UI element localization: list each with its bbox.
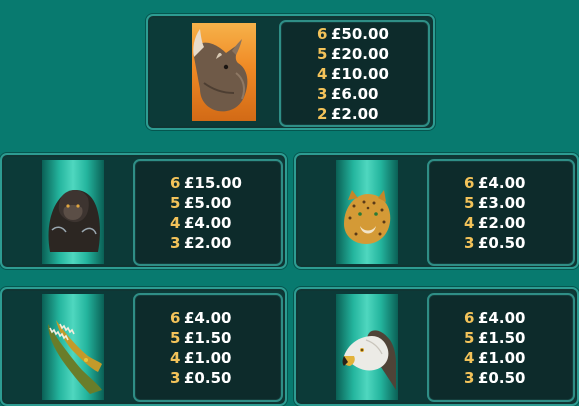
paytable-panel-leopard: 6 £4.00 5 £3.00 4 £2.00 3 £0.50 [294, 153, 579, 269]
paytable-panel-gorilla: 6 £15.00 5 £5.00 4 £4.00 3 £2.00 [0, 153, 287, 269]
symbol-count: 3 [170, 368, 181, 387]
payout-row: 6 £4.00 [464, 173, 573, 193]
payout-amount: £50.00 [331, 24, 389, 43]
gorilla-icon [42, 160, 104, 264]
symbol-count: 3 [317, 84, 328, 103]
payout-row: 4 £4.00 [170, 213, 281, 233]
crocodile-icon [42, 294, 104, 400]
paytable-panel-rhino: 6 £50.00 5 £20.00 4 £10.00 3 £6.00 2 £2.00 [146, 14, 435, 130]
payout-amount: £4.00 [184, 213, 232, 232]
payout-row: 4 £1.00 [464, 348, 573, 368]
payout-amount: £5.00 [184, 193, 232, 212]
payout-amount: £0.50 [184, 368, 232, 387]
payout-row: 4 £1.00 [170, 348, 281, 368]
payout-amount: £0.50 [478, 233, 526, 252]
payout-amount: £2.00 [184, 233, 232, 252]
payout-amount: £20.00 [331, 44, 389, 63]
payout-row: 5 £20.00 [317, 44, 428, 64]
payout-amount: £1.50 [478, 328, 526, 347]
paytable-payouts-eagle: 6 £4.00 5 £1.50 4 £1.00 3 £0.50 [427, 293, 575, 402]
eagle-icon [336, 294, 398, 400]
symbol-count: 4 [170, 213, 181, 232]
payout-amount: £2.00 [478, 213, 526, 232]
symbol-count: 3 [170, 233, 181, 252]
payout-row: 6 £50.00 [317, 24, 428, 44]
payout-row: 3 £0.50 [464, 233, 573, 253]
payout-row: 6 £4.00 [170, 308, 281, 328]
symbol-count: 5 [170, 328, 181, 347]
symbol-count: 2 [317, 104, 328, 123]
payout-row: 3 £0.50 [464, 368, 573, 388]
symbol-count: 4 [170, 348, 181, 367]
payout-row: 6 £15.00 [170, 173, 281, 193]
payout-row: 4 £2.00 [464, 213, 573, 233]
paytable-panel-eagle: 6 £4.00 5 £1.50 4 £1.00 3 £0.50 [294, 287, 579, 406]
payout-amount: £0.50 [478, 368, 526, 387]
symbol-count: 4 [464, 348, 475, 367]
symbol-count: 5 [464, 193, 475, 212]
symbol-count: 5 [317, 44, 328, 63]
paytable-payouts-crocodile: 6 £4.00 5 £1.50 4 £1.00 3 £0.50 [133, 293, 283, 402]
payout-amount: £6.00 [331, 84, 379, 103]
symbol-count: 6 [170, 173, 181, 192]
paytable-payouts-gorilla: 6 £15.00 5 £5.00 4 £4.00 3 £2.00 [133, 159, 283, 266]
payout-row: 5 £5.00 [170, 193, 281, 213]
symbol-count: 3 [464, 233, 475, 252]
payout-amount: £4.00 [184, 308, 232, 327]
symbol-count: 5 [464, 328, 475, 347]
paytable-payouts-leopard: 6 £4.00 5 £3.00 4 £2.00 3 £0.50 [427, 159, 575, 266]
payout-row: 5 £3.00 [464, 193, 573, 213]
symbol-count: 4 [464, 213, 475, 232]
payout-amount: £1.00 [184, 348, 232, 367]
payout-row: 6 £4.00 [464, 308, 573, 328]
symbol-count: 6 [464, 308, 475, 327]
symbol-count: 3 [464, 368, 475, 387]
payout-row: 4 £10.00 [317, 64, 428, 84]
payout-amount: £3.00 [478, 193, 526, 212]
payout-row: 3 £0.50 [170, 368, 281, 388]
payout-row: 3 £6.00 [317, 84, 428, 104]
payout-row: 3 £2.00 [170, 233, 281, 253]
symbol-count: 4 [317, 64, 328, 83]
payout-amount: £4.00 [478, 308, 526, 327]
payout-row: 5 £1.50 [170, 328, 281, 348]
payout-amount: £1.50 [184, 328, 232, 347]
leopard-icon [336, 160, 398, 264]
payout-amount: £10.00 [331, 64, 389, 83]
payout-amount: £15.00 [184, 173, 242, 192]
symbol-count: 6 [317, 24, 328, 43]
symbol-count: 6 [170, 308, 181, 327]
rhino-icon [192, 23, 256, 121]
payout-row: 5 £1.50 [464, 328, 573, 348]
paytable-payouts-rhino: 6 £50.00 5 £20.00 4 £10.00 3 £6.00 2 £2.00 [279, 20, 430, 127]
payout-amount: £1.00 [478, 348, 526, 367]
payout-amount: £2.00 [331, 104, 379, 123]
paytable-panel-crocodile: 6 £4.00 5 £1.50 4 £1.00 3 £0.50 [0, 287, 287, 406]
symbol-count: 6 [464, 173, 475, 192]
payout-amount: £4.00 [478, 173, 526, 192]
payout-row: 2 £2.00 [317, 104, 428, 124]
symbol-count: 5 [170, 193, 181, 212]
